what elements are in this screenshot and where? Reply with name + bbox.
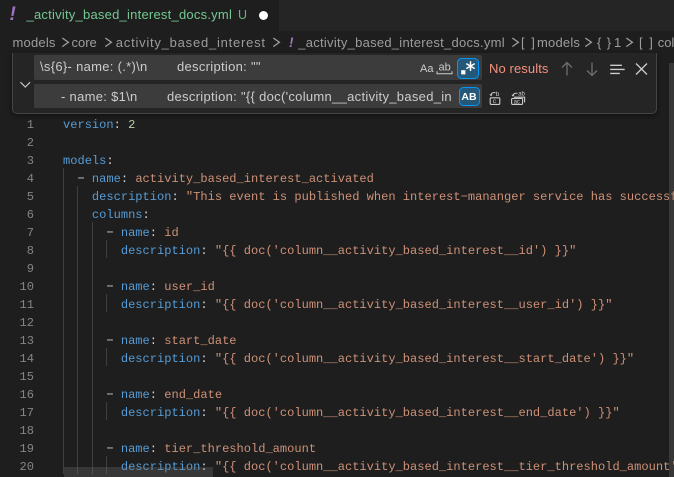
svg-text:b: b [496,91,500,98]
svg-text:ac: ac [514,100,520,106]
svg-text:ab: ab [439,62,451,74]
